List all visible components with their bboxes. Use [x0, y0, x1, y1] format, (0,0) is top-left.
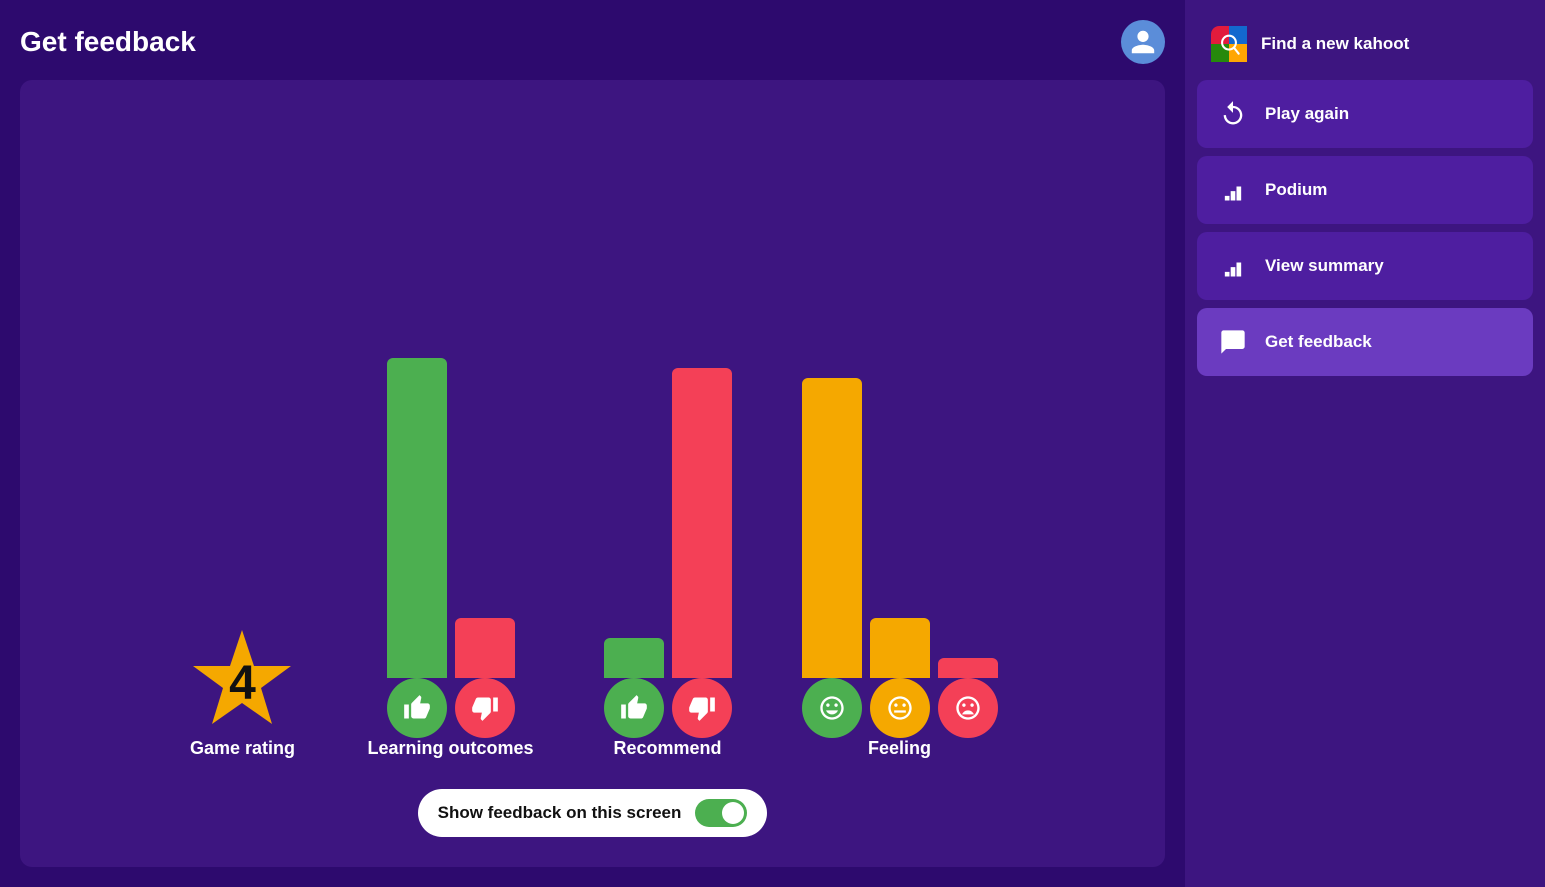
thumbs-up-icon [387, 678, 447, 738]
chart-area: 4 Game rating [187, 110, 997, 759]
sidebar-item-get-feedback[interactable]: Get feedback [1197, 308, 1533, 376]
game-rating-column: 4 Game rating [187, 628, 297, 759]
feeling-sad-bar [938, 658, 998, 678]
happy-face-icon [802, 678, 862, 738]
neutral-face-icon [870, 678, 930, 738]
learning-yes-bar [387, 358, 447, 678]
feeling-bars [802, 378, 998, 678]
feeling-column: Feeling [802, 378, 998, 759]
sidebar: Find a new kahoot Play again Podium View… [1185, 0, 1545, 887]
feedback-toggle[interactable] [695, 799, 747, 827]
kahoot-logo-icon [1211, 26, 1247, 62]
summary-icon [1215, 248, 1251, 284]
play-again-icon [1215, 96, 1251, 132]
feeling-neutral-bar [870, 618, 930, 678]
sad-face-icon [938, 678, 998, 738]
sidebar-view-summary-label: View summary [1265, 256, 1384, 276]
learning-bars [387, 358, 515, 678]
learning-outcomes-column: Learning outcomes [367, 358, 533, 759]
show-feedback-toggle-row[interactable]: Show feedback on this screen [418, 789, 768, 837]
sidebar-podium-label: Podium [1265, 180, 1327, 200]
feedback-panel: 4 Game rating [20, 80, 1165, 867]
thumbs-up-recommend-icon [604, 678, 664, 738]
recommend-column: Recommend [604, 368, 732, 759]
learning-icons [387, 678, 515, 738]
thumbs-down-recommend-icon [672, 678, 732, 738]
sidebar-find-kahoot-label: Find a new kahoot [1261, 34, 1409, 54]
sidebar-play-again-label: Play again [1265, 104, 1349, 124]
sidebar-item-view-summary[interactable]: View summary [1197, 232, 1533, 300]
thumbs-down-icon-learning [455, 678, 515, 738]
learning-no-bar [455, 618, 515, 678]
game-rating-label: Game rating [190, 738, 295, 759]
sidebar-item-play-again[interactable]: Play again [1197, 80, 1533, 148]
sidebar-get-feedback-label: Get feedback [1265, 332, 1372, 352]
feeling-icons [802, 678, 998, 738]
podium-icon [1215, 172, 1251, 208]
recommend-no-bar [672, 368, 732, 678]
page-title: Get feedback [20, 26, 196, 58]
page-header: Get feedback [20, 20, 1165, 64]
feedback-icon [1215, 324, 1251, 360]
user-avatar[interactable] [1121, 20, 1165, 64]
game-rating-badge: 4 [187, 628, 297, 738]
recommend-label: Recommend [614, 738, 722, 759]
recommend-icons [604, 678, 732, 738]
recommend-bars [604, 368, 732, 678]
feeling-happy-bar [802, 378, 862, 678]
sidebar-item-find-kahoot[interactable]: Find a new kahoot [1197, 16, 1533, 72]
game-rating-value: 4 [229, 656, 256, 711]
feeling-label: Feeling [868, 738, 931, 759]
main-content: Get feedback 4 Game rating [0, 0, 1185, 887]
toggle-label: Show feedback on this screen [438, 803, 682, 823]
bottom-section: Show feedback on this screen [418, 779, 768, 837]
learning-outcomes-label: Learning outcomes [367, 738, 533, 759]
recommend-yes-bar [604, 638, 664, 678]
sidebar-item-podium[interactable]: Podium [1197, 156, 1533, 224]
